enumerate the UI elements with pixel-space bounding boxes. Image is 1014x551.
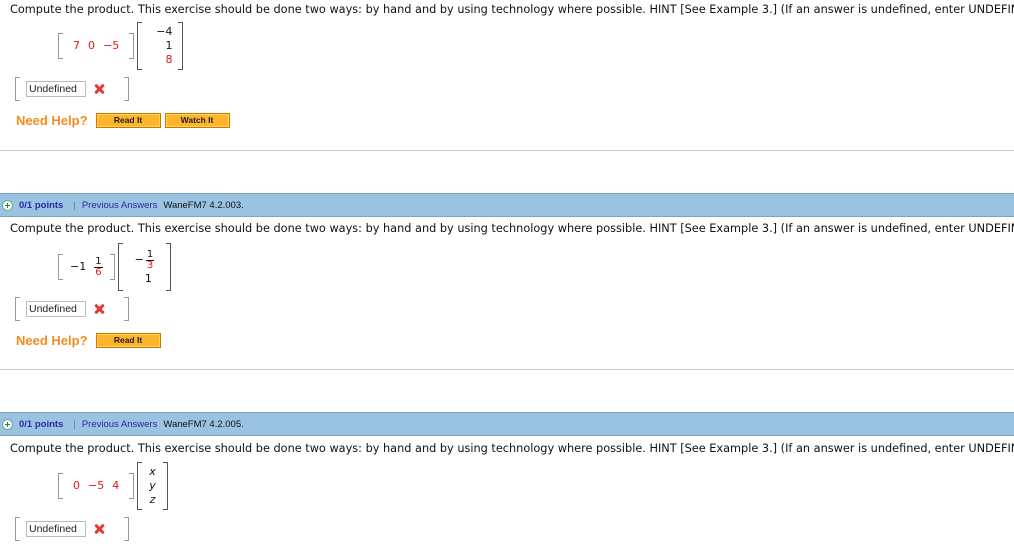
row-entry: 7 xyxy=(73,39,80,52)
right-bracket xyxy=(178,22,184,70)
right-bracket xyxy=(129,473,135,499)
answer-input[interactable]: Undefined xyxy=(26,301,86,317)
question-1-answer: Undefined xyxy=(15,77,129,101)
row-entry: 0 xyxy=(88,39,95,52)
read-it-button[interactable]: Read It xyxy=(95,113,161,128)
row-entry: −5 xyxy=(88,479,105,492)
column-entry: x xyxy=(149,465,156,478)
question-2-need-help: Need Help? Read It xyxy=(16,333,165,348)
expand-plus-icon[interactable] xyxy=(2,418,13,430)
points-label: 0/1 points xyxy=(19,418,64,430)
row-vector-cells: 7 0 −5 xyxy=(63,39,129,53)
column-entry: y xyxy=(149,479,156,492)
question-3-matrix-expression: 0 −5 4 x y z xyxy=(58,462,168,510)
right-bracket xyxy=(162,462,168,510)
row-vector-cells: −1 1 6 xyxy=(63,255,110,278)
answer-right-bracket xyxy=(124,77,129,101)
question-id: WaneFM7 4.2.003. xyxy=(163,199,244,211)
fraction-denominator: 6 xyxy=(95,266,102,278)
column-entry: 1 xyxy=(165,39,173,52)
question-id: WaneFM7 4.2.005. xyxy=(163,418,244,430)
answer-input[interactable]: Undefined xyxy=(26,521,86,537)
previous-answers-link[interactable]: Previous Answers xyxy=(82,419,158,430)
row-entry-fraction: 1 6 xyxy=(90,255,106,278)
answer-left-bracket xyxy=(15,517,20,541)
read-it-button[interactable]: Read It xyxy=(95,333,161,348)
separator: | xyxy=(73,199,76,211)
question-3-prompt: Compute the product. This exercise shoul… xyxy=(10,442,1014,455)
right-bracket xyxy=(166,243,172,291)
question-2-matrix-expression: −1 1 6 − 1 3 1 xyxy=(58,243,172,291)
column-entry: −4 xyxy=(156,25,173,38)
question-3-answer: Undefined xyxy=(15,517,129,541)
answer-left-bracket xyxy=(15,297,20,321)
divider xyxy=(0,369,1014,370)
column-entry: 1 xyxy=(144,272,152,285)
question-3-header: 0/1 points | Previous Answers WaneFM7 4.… xyxy=(0,412,1014,436)
column-vector-cells: −4 1 8 xyxy=(142,25,178,67)
separator: | xyxy=(73,418,76,430)
answer-input[interactable]: Undefined xyxy=(26,81,86,97)
row-vector: 0 −5 4 xyxy=(58,473,135,499)
column-entry: z xyxy=(149,493,156,506)
column-entry-fraction: − 1 3 xyxy=(131,248,159,272)
fraction-denominator: 3 xyxy=(146,259,154,271)
watch-it-button[interactable]: Watch It xyxy=(164,113,230,128)
incorrect-x-icon xyxy=(92,522,106,536)
right-bracket xyxy=(109,254,115,280)
column-vector: − 1 3 1 xyxy=(117,243,172,291)
row-entry: −5 xyxy=(103,39,120,52)
answer-left-bracket xyxy=(15,77,20,101)
row-entry: −1 xyxy=(70,260,87,273)
expand-plus-icon[interactable] xyxy=(2,199,13,211)
row-vector: 7 0 −5 xyxy=(58,33,135,59)
row-vector: −1 1 6 xyxy=(58,254,115,280)
row-vector-cells: 0 −5 4 xyxy=(63,479,129,493)
question-2-header: 0/1 points | Previous Answers WaneFM7 4.… xyxy=(0,193,1014,217)
column-vector-cells: x y z xyxy=(142,465,163,507)
previous-answers-link[interactable]: Previous Answers xyxy=(82,200,158,211)
row-entry: 4 xyxy=(112,479,120,492)
fraction-numerator: 1 xyxy=(94,255,103,268)
need-help-label: Need Help? xyxy=(16,333,88,348)
column-entry: 8 xyxy=(165,53,173,66)
need-help-label: Need Help? xyxy=(16,113,88,128)
question-1-need-help: Need Help? Read It Watch It xyxy=(16,113,234,128)
column-vector: x y z xyxy=(137,462,168,510)
answer-right-bracket xyxy=(124,517,129,541)
question-2-prompt: Compute the product. This exercise shoul… xyxy=(10,222,1014,235)
column-vector: −4 1 8 xyxy=(137,22,184,70)
fraction-sign: − xyxy=(134,253,144,266)
divider xyxy=(0,150,1014,151)
right-bracket xyxy=(129,33,135,59)
column-vector-cells: − 1 3 1 xyxy=(123,248,167,286)
question-1-prompt: Compute the product. This exercise shoul… xyxy=(10,3,1014,16)
fraction-numerator: 1 xyxy=(145,248,155,261)
incorrect-x-icon xyxy=(92,302,106,316)
incorrect-x-icon xyxy=(92,82,106,96)
answer-right-bracket xyxy=(124,297,129,321)
question-2-answer: Undefined xyxy=(15,297,129,321)
row-entry: 0 xyxy=(73,479,80,492)
question-1-matrix-expression: 7 0 −5 −4 1 8 xyxy=(58,22,184,70)
points-label: 0/1 points xyxy=(19,199,64,211)
